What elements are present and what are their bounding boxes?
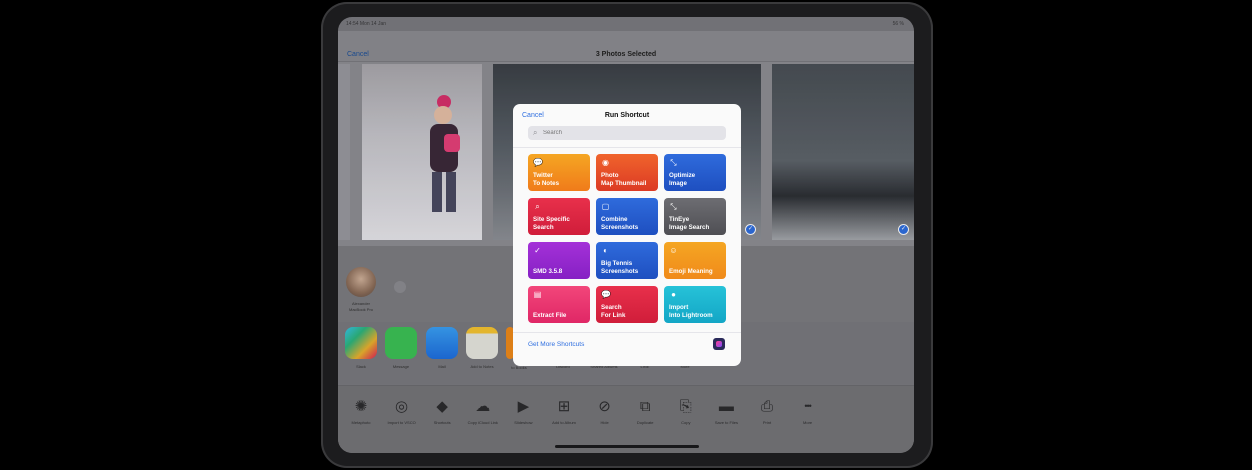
get-more-shortcuts-link[interactable]: Get More Shortcuts	[528, 341, 584, 348]
magnifier-icon: ⌕	[535, 202, 540, 211]
run-shortcut-sheet: Cancel Run Shortcut ⌕ 💬Twitter To Notes◉…	[513, 104, 741, 366]
shortcut-tile-label: Emoji Meaning	[669, 267, 713, 275]
smiley-icon: ☺	[669, 246, 678, 255]
shortcut-tile-label: Big Tennis Screenshots	[601, 260, 639, 275]
shortcut-tile[interactable]: ☺ Emoji Meaning	[664, 242, 726, 279]
square-icon: ▢	[601, 202, 610, 211]
shortcut-tile-label: Search For Link	[601, 304, 626, 319]
shortcut-tile[interactable]: ▢ Combine Screenshots	[596, 198, 658, 235]
shortcut-tile-label: Site Specific Search	[533, 216, 570, 231]
search-icon: ⌕	[533, 128, 538, 137]
shortcut-tile[interactable]: 💬 Twitter To Notes	[528, 154, 590, 191]
sheet-title: Run Shortcut	[604, 112, 650, 119]
sheet-divider	[513, 147, 741, 148]
shortcut-tile-label: Import Into Lightroom	[669, 304, 713, 319]
shortcut-tile[interactable]: ⤡ Optimize Image	[664, 154, 726, 191]
shortcut-tile-label: Twitter To Notes	[533, 172, 560, 187]
shortcut-tile-label: Photo Map Thumbnail	[601, 172, 647, 187]
compress-icon: ⤡	[670, 202, 677, 211]
sheet-bottom-divider	[513, 332, 741, 333]
search-input[interactable]	[543, 128, 718, 138]
shortcut-tile-label: Optimize Image	[669, 172, 696, 187]
lightbulb-icon: ●	[671, 290, 676, 299]
shortcut-tile-label: TinEye Image Search	[669, 216, 710, 231]
shortcut-tile-label: SMD 3.5.8	[533, 267, 563, 275]
shortcut-tile[interactable]: ✓ SMD 3.5.8	[528, 242, 590, 279]
shortcut-tile[interactable]: ⌕ Site Specific Search	[528, 198, 590, 235]
shortcut-tile[interactable]: ⤡ TinEye Image Search	[664, 198, 726, 235]
compress-icon: ⤡	[670, 158, 677, 167]
shortcut-tile-label: Extract File	[533, 311, 567, 319]
search-field[interactable]: ⌕	[528, 126, 726, 140]
document-icon: ▤	[533, 290, 542, 299]
tennis-ball-icon: ◐	[603, 246, 608, 255]
speech-bubble-icon: 💬	[601, 290, 611, 299]
speech-bubble-icon: 💬	[533, 158, 543, 167]
camera-icon: ◉	[602, 158, 609, 167]
checkmark-icon: ✓	[534, 246, 541, 255]
shortcut-tile[interactable]: ◐ Big Tennis Screenshots	[596, 242, 658, 279]
shortcuts-app-icon	[713, 338, 725, 350]
shortcut-tile-label: Combine Screenshots	[601, 216, 639, 231]
shortcut-tile[interactable]: ▤ Extract File	[528, 286, 590, 323]
shortcut-tile[interactable]: ● Import Into Lightroom	[664, 286, 726, 323]
shortcut-tile[interactable]: ◉ Photo Map Thumbnail	[596, 154, 658, 191]
shortcut-tile[interactable]: 💬 Search For Link	[596, 286, 658, 323]
